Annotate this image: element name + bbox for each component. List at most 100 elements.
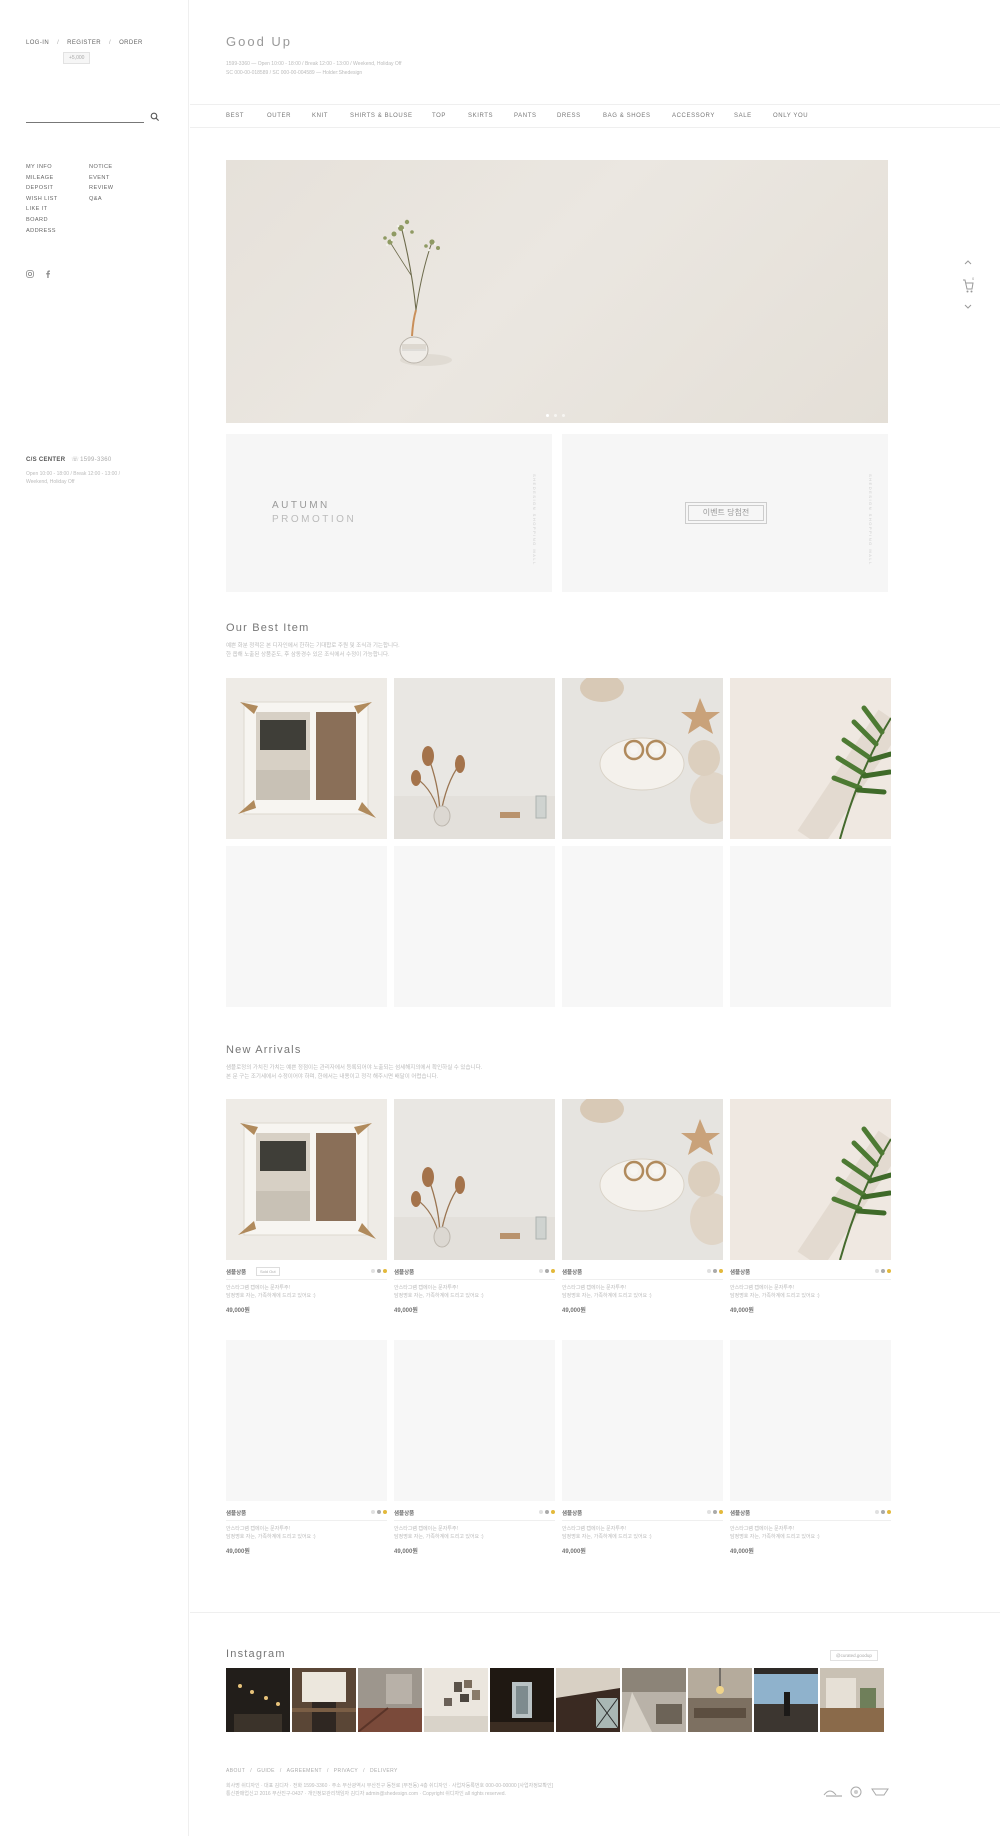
nav-accessory[interactable]: ACCESSORY [672,113,715,119]
menu-item-address[interactable]: ADDRESS [26,226,58,237]
product-thumb[interactable] [226,678,387,839]
nav-dress[interactable]: DRESS [557,113,581,119]
chevron-up-icon[interactable] [964,260,972,265]
photo-dried-flower-image [394,1099,555,1260]
hero-banner[interactable] [226,160,888,423]
product-thumb[interactable] [226,1099,387,1260]
product-thumb[interactable] [394,1099,555,1260]
product-thumb[interactable] [394,678,555,839]
product-thumb[interactable] [730,1099,891,1260]
event-winners-button[interactable]: 이벤트 당첨전 [685,502,767,524]
instagram-section-title: Instagram [226,1648,286,1660]
menu-item-notice[interactable]: NOTICE [89,162,113,173]
instagram-tile[interactable] [292,1668,356,1732]
login-link[interactable]: LOG-IN [26,40,49,46]
product-name[interactable]: 샘플상품 [226,1509,246,1517]
slider-dot[interactable] [546,414,549,417]
brand-info-line: SC 000-00-018589 / SC 000-00-004589 — Ho… [226,70,363,76]
product-desc-line: 담정명호 자는, 가족하계에 드리고 있어요 :) [394,1534,484,1540]
menu-item-like-it[interactable]: LIKE IT [26,204,58,215]
nav-only-you[interactable]: ONLY YOU [773,113,808,119]
order-link[interactable]: ORDER [119,40,143,46]
instagram-account-tag[interactable]: @curated.goodup [830,1650,878,1661]
cart-icon[interactable] [963,279,974,293]
nav-sale[interactable]: SALE [734,113,752,119]
product-thumb[interactable] [394,846,555,1007]
instagram-icon[interactable] [26,270,34,278]
menu-item-my-info[interactable]: MY INFO [26,162,58,173]
product-name[interactable]: 샘플상품 [394,1509,414,1517]
instagram-tile[interactable] [556,1668,620,1732]
footer-link-about[interactable]: ABOUT [226,1768,245,1774]
facebook-icon[interactable] [44,270,52,278]
product-name[interactable]: 샘플상품 [226,1268,246,1276]
sold-out-badge: Sold Out [256,1267,280,1276]
separator: / [109,40,112,46]
footer-link-agreement[interactable]: AGREEMENT [287,1768,322,1774]
register-link[interactable]: REGISTER [67,40,101,46]
secure-mark-icon[interactable] [871,1788,889,1796]
instagram-tile[interactable] [754,1668,818,1732]
nav-bag-shoes[interactable]: BAG & SHOES [603,113,651,119]
instagram-photo [424,1668,488,1732]
kcp-mark-icon[interactable] [850,1786,862,1798]
cs-center: C/S CENTER ☏1599-3360 [26,456,112,463]
product-thumb[interactable] [730,1340,891,1501]
footer-link-delivery[interactable]: DELIVERY [370,1768,398,1774]
menu-item-event[interactable]: EVENT [89,173,113,184]
product-name[interactable]: 샘플상품 [562,1509,582,1517]
product-thumb[interactable] [562,846,723,1007]
chevron-down-icon[interactable] [964,304,972,309]
color-options [537,1510,555,1516]
promo-banner-event[interactable]: 이벤트 당첨전 SHEDESIGN SHOPPING MALL [562,434,888,592]
nav-best[interactable]: BEST [226,113,244,119]
search-input[interactable] [26,122,144,123]
product-thumb[interactable] [226,846,387,1007]
instagram-tile[interactable] [622,1668,686,1732]
instagram-tile[interactable] [490,1668,554,1732]
search-icon[interactable] [150,112,160,122]
cs-hours-line: Open 10:00 - 18:00 / Break 12:00 - 13:00… [26,471,120,477]
product-thumb[interactable] [562,1340,723,1501]
instagram-tile[interactable] [424,1668,488,1732]
slider-dot[interactable] [562,414,565,417]
promo-title: AUTUMN PROMOTION [272,499,356,527]
menu-item-qna[interactable]: Q&A [89,194,113,205]
instagram-tile[interactable] [688,1668,752,1732]
nav-pants[interactable]: PANTS [514,113,537,119]
nav-top[interactable]: TOP [432,113,446,119]
product-name[interactable]: 샘플상품 [562,1268,582,1276]
nav-outer[interactable]: OUTER [267,113,291,119]
divider [730,1520,891,1521]
product-thumb[interactable] [226,1340,387,1501]
nav-skirts[interactable]: SKIRTS [468,113,493,119]
product-thumb[interactable] [730,846,891,1007]
product-thumb[interactable] [562,1099,723,1260]
nav-knit[interactable]: KNIT [312,113,328,119]
menu-item-wish-list[interactable]: WISH LIST [26,194,58,205]
product-name[interactable]: 샘플상품 [730,1509,750,1517]
instagram-tile[interactable] [820,1668,884,1732]
nav-shirts-blouse[interactable]: SHIRTS & BLOUSE [350,113,413,119]
menu-item-mileage[interactable]: MILEAGE [26,173,58,184]
escrow-mark-icon[interactable] [823,1790,842,1797]
instagram-tile[interactable] [358,1668,422,1732]
divider [394,1520,555,1521]
product-thumb[interactable] [730,678,891,839]
brand-logo[interactable]: Good Up [226,34,292,49]
product-thumb[interactable] [394,1340,555,1501]
product-name[interactable]: 샘플상품 [730,1268,750,1276]
instagram-tile[interactable] [226,1668,290,1732]
color-swatch [383,1510,387,1514]
product-desc: 안스타그램 캡에이는 문자투주! 담정명호 자는, 가족하계에 드리고 있어요 :… [730,1284,891,1300]
slider-dot[interactable] [554,414,557,417]
promo-banner-autumn[interactable]: AUTUMN PROMOTION SHEDESIGN SHOPPING MALL [226,434,552,592]
menu-item-deposit[interactable]: DEPOSIT [26,183,58,194]
menu-item-review[interactable]: REVIEW [89,183,113,194]
menu-item-board[interactable]: BOARD [26,215,58,226]
product-name[interactable]: 샘플상품 [394,1268,414,1276]
color-swatch [539,1269,543,1273]
product-thumb[interactable] [562,678,723,839]
footer-link-guide[interactable]: GUIDE [257,1768,275,1774]
footer-link-privacy[interactable]: PRIVACY [334,1768,358,1774]
